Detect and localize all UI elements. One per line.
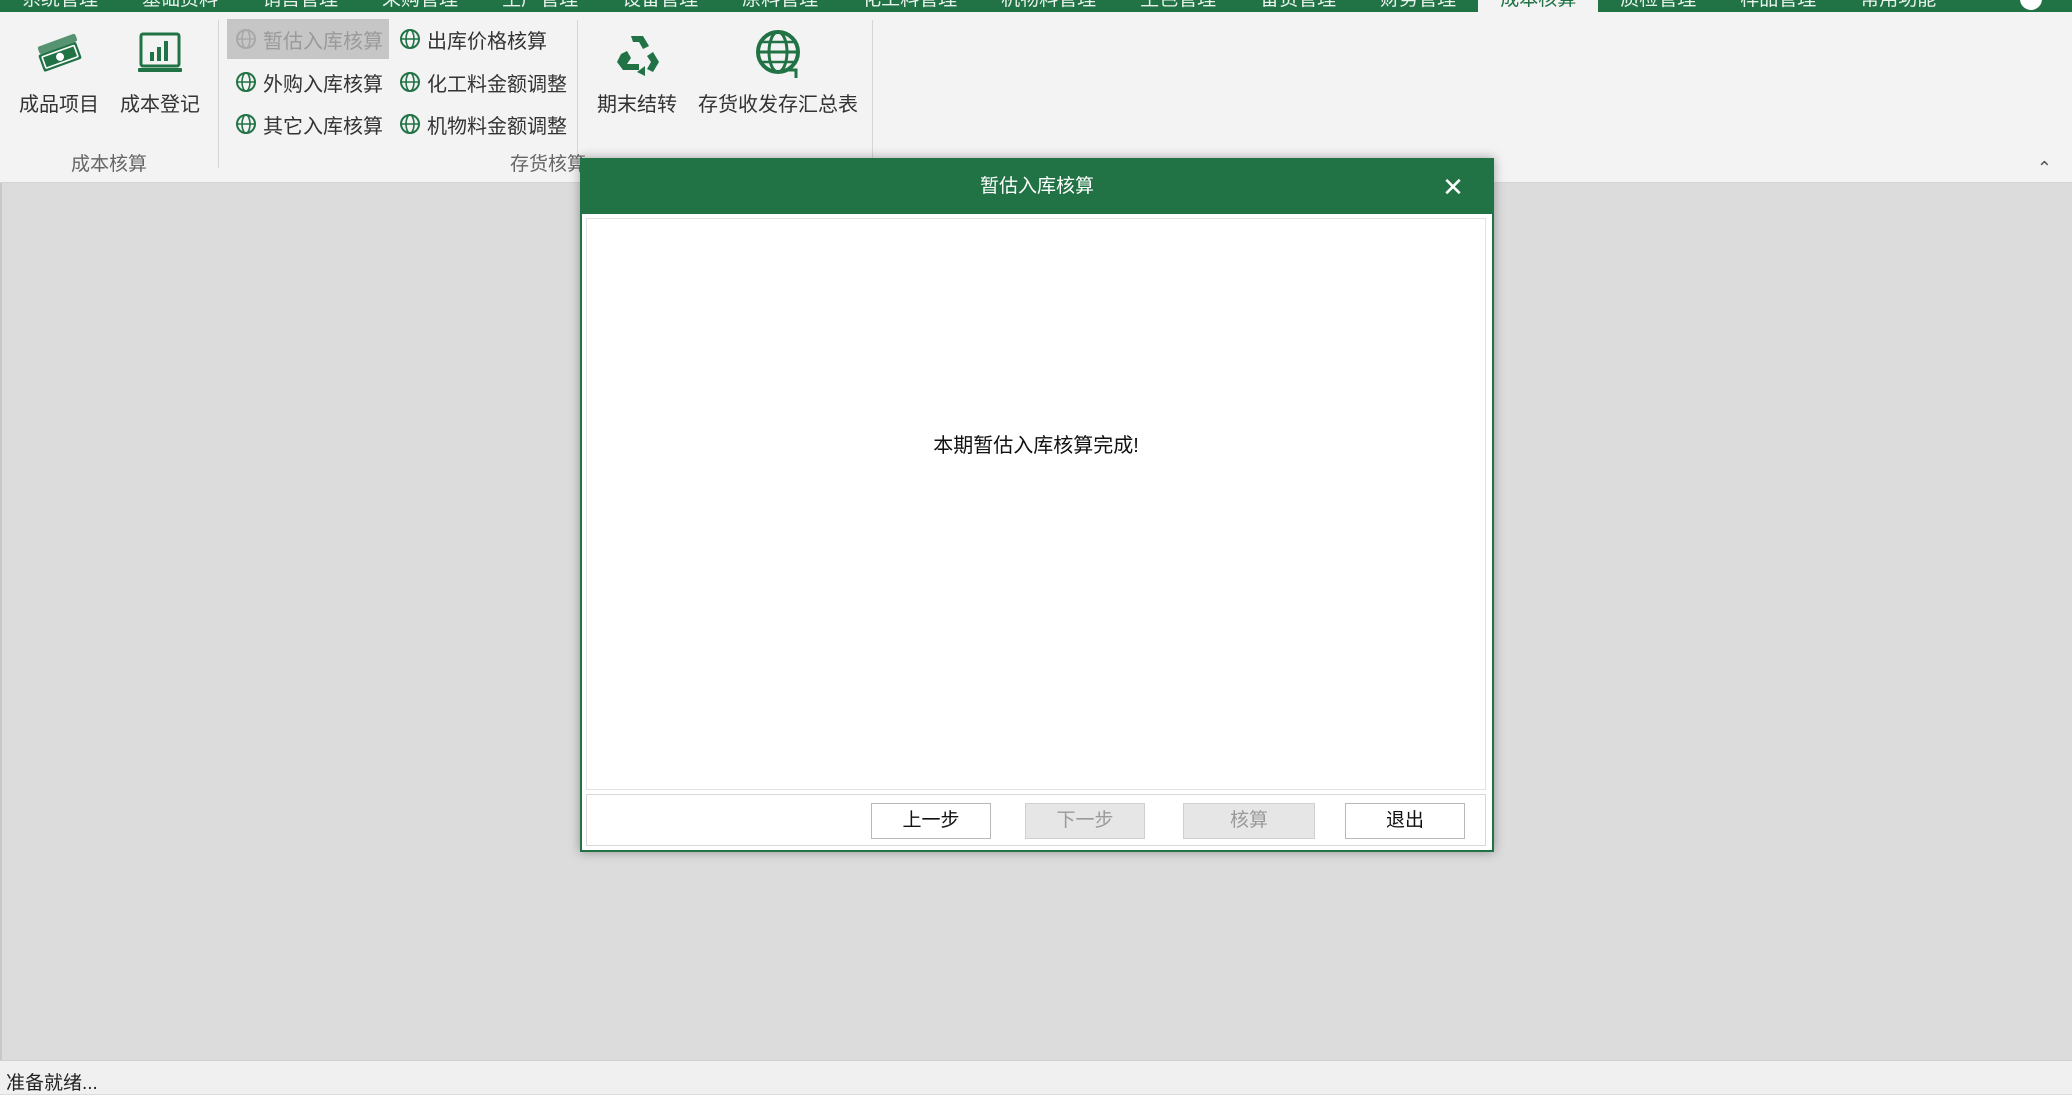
menu-tab-finance[interactable]: 财务管理	[1358, 0, 1478, 12]
status-bar: 准备就绪...	[0, 1060, 2072, 1094]
ribbon-group-cost-label: 成本核算	[70, 154, 147, 175]
menu-tab-chemical[interactable]: 化工料管理	[840, 0, 979, 12]
dialog-footer: 上一步 下一步 核算 退出	[586, 794, 1486, 846]
dialog-message: 本期暂估入库核算完成!	[933, 435, 1139, 457]
other-inbound-accounting-button[interactable]: 其它入库核算	[227, 104, 389, 144]
menu-tab-common[interactable]: 常用功能	[1838, 0, 1958, 12]
menu-tab-machine-material[interactable]: 机物料管理	[979, 0, 1118, 12]
menu-tab-color[interactable]: 生色管理	[1118, 0, 1238, 12]
estimated-inbound-accounting-button[interactable]: 暂估入库核算	[227, 19, 389, 59]
finished-product-item-button[interactable]: 成品项目	[9, 26, 109, 126]
globe-icon	[236, 72, 256, 92]
main-menu-bar: 系统管理 基础资料 销售管理 采购管理 生产管理 设备管理 原料管理 化工料管理…	[0, 0, 2072, 12]
menu-tab-sample[interactable]: 样品管理	[1718, 0, 1838, 12]
globe-icon	[236, 29, 256, 49]
dialog-body: 本期暂估入库核算完成!	[586, 218, 1486, 790]
ribbon-group-cost: 成品项目 成本登记 成本核算	[0, 12, 218, 182]
ribbon-divider	[872, 20, 873, 168]
menu-tab-system[interactable]: 系统管理	[0, 0, 120, 12]
menu-tab-sales[interactable]: 销售管理	[240, 0, 360, 12]
recycle-icon	[617, 36, 659, 76]
menu-tab-base-data[interactable]: 基础资料	[120, 0, 240, 12]
cost-register-label: 成本登记	[120, 94, 200, 116]
next-step-button[interactable]: 下一步	[1025, 803, 1145, 839]
inventory-summary-report-button[interactable]: 存货收发存汇总表	[698, 26, 858, 126]
menu-tab-purchase[interactable]: 采购管理	[360, 0, 480, 12]
help-icon[interactable]	[2020, 0, 2042, 10]
globe-icon	[400, 72, 420, 92]
ribbon-collapse-icon[interactable]: ⌃	[2037, 158, 2052, 179]
purchase-inbound-accounting-label: 外购入库核算	[263, 73, 383, 96]
calculate-button[interactable]: 核算	[1183, 803, 1315, 839]
menu-tab-equipment[interactable]: 设备管理	[600, 0, 720, 12]
menu-tab-cost[interactable]: 成本核算	[1478, 0, 1599, 12]
menu-tabs: 系统管理 基础资料 销售管理 采购管理 生产管理 设备管理 原料管理 化工料管理…	[0, 0, 1958, 12]
ribbon-inner-divider	[577, 20, 578, 168]
menu-tab-production[interactable]: 生产管理	[480, 0, 600, 12]
other-inbound-accounting-label: 其它入库核算	[263, 115, 383, 138]
chart-monitor-icon	[138, 32, 182, 72]
globe-icon	[400, 114, 420, 134]
purchase-inbound-accounting-button[interactable]: 外购入库核算	[227, 62, 389, 102]
dialog-title: 暂估入库核算	[582, 160, 1492, 214]
globe-icon	[236, 114, 256, 134]
inventory-summary-report-label: 存货收发存汇总表	[698, 94, 858, 116]
globe-icon	[400, 29, 420, 49]
ribbon-group-inventory: 暂估入库核算 外购入库核算 其它入库核算 出库价格核算 化工料金额调整 机物料金…	[220, 12, 876, 182]
status-text: 准备就绪...	[6, 1073, 98, 1094]
workspace-edge	[0, 183, 2, 1060]
close-icon[interactable]: ✕	[1436, 170, 1470, 204]
period-end-carryover-label: 期末结转	[597, 94, 677, 116]
menu-tab-raw-material[interactable]: 原料管理	[720, 0, 840, 12]
menu-tab-quality[interactable]: 质检管理	[1598, 0, 1718, 12]
prev-step-button[interactable]: 上一步	[871, 803, 991, 839]
estimated-inbound-accounting-label: 暂估入库核算	[263, 30, 383, 53]
cost-register-button[interactable]: 成本登记	[110, 26, 210, 126]
period-end-carryover-button[interactable]: 期末结转	[585, 26, 689, 126]
ribbon-divider	[218, 20, 219, 168]
chemical-amount-adjust-label: 化工料金额调整	[427, 73, 567, 96]
globe-refresh-icon	[756, 30, 800, 78]
outbound-price-accounting-label: 出库价格核算	[427, 30, 547, 53]
money-icon	[37, 33, 82, 72]
chemical-amount-adjust-button[interactable]: 化工料金额调整	[391, 62, 571, 102]
menu-tab-stock[interactable]: 备货管理	[1238, 0, 1358, 12]
estimated-inbound-dialog: 暂估入库核算 ✕ 本期暂估入库核算完成! 上一步 下一步 核算 退出	[580, 158, 1494, 852]
outbound-price-accounting-button[interactable]: 出库价格核算	[391, 19, 571, 59]
machine-material-amount-adjust-button[interactable]: 机物料金额调整	[391, 104, 571, 144]
finished-product-item-label: 成品项目	[19, 94, 99, 116]
machine-material-amount-adjust-label: 机物料金额调整	[427, 115, 567, 138]
exit-button[interactable]: 退出	[1345, 803, 1465, 839]
